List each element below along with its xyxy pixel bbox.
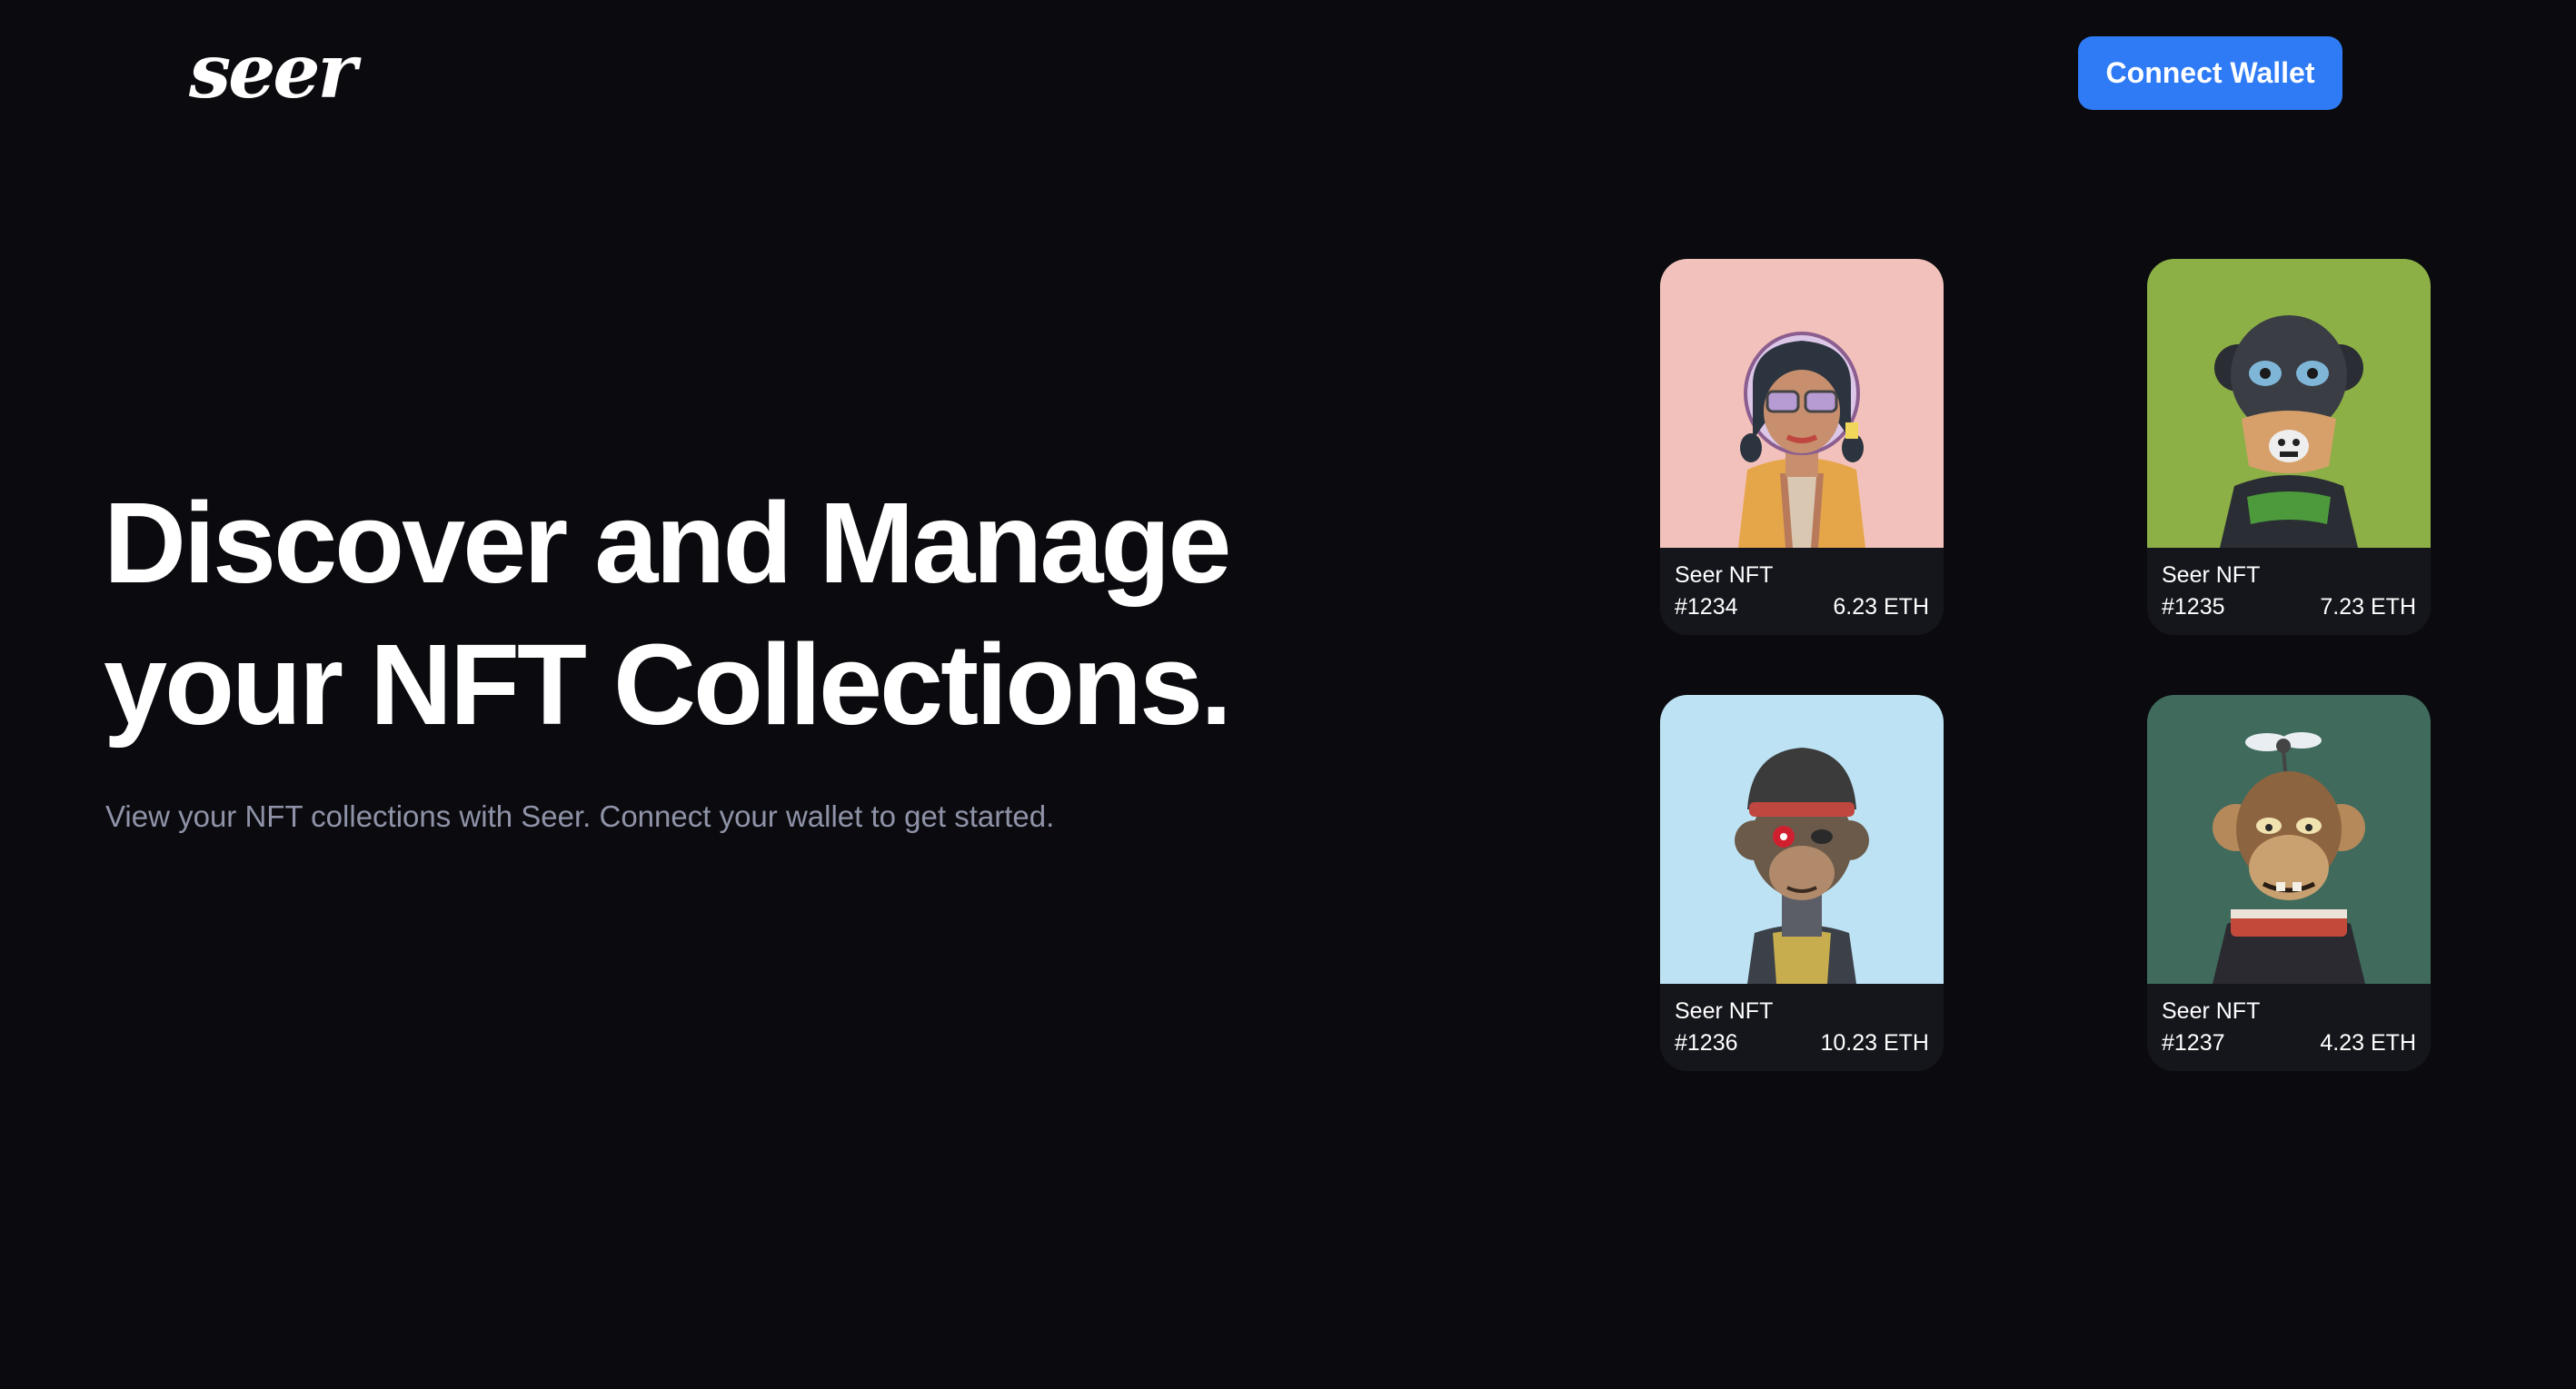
- nft-card-id: #1234: [1675, 594, 1738, 620]
- nft-card-info: Seer NFT #1237 4.23 ETH: [2147, 984, 2431, 1071]
- nft-card-name: Seer NFT: [2162, 998, 2261, 1024]
- nft-card[interactable]: Seer NFT #1234 6.23 ETH: [1660, 259, 1944, 635]
- hero-section: Discover and Manage your NFT Collections…: [104, 472, 1232, 834]
- nft-card-info: Seer NFT #1235 7.23 ETH: [2147, 548, 2431, 635]
- nft-card-price: 6.23 ETH: [1833, 594, 1929, 620]
- hero-title-line-2: your NFT Collections.: [104, 620, 1232, 749]
- nft-card-name: Seer NFT: [1675, 562, 1774, 588]
- nft-card-price: 10.23 ETH: [1820, 1030, 1929, 1056]
- hero-title: Discover and Manage your NFT Collections…: [104, 472, 1232, 756]
- nft-card-id: #1237: [2162, 1030, 2225, 1056]
- connect-wallet-button[interactable]: Connect Wallet: [2078, 36, 2342, 110]
- nft-card-name: Seer NFT: [1675, 998, 1774, 1024]
- nft-card[interactable]: Seer NFT #1236 10.23 ETH: [1660, 695, 1944, 1071]
- ape-beanie-icon: [1660, 695, 1944, 984]
- nft-card-id: #1235: [2162, 594, 2225, 620]
- nft-card-price: 4.23 ETH: [2320, 1030, 2416, 1056]
- hero-subtitle: View your NFT collections with Seer. Con…: [105, 799, 1055, 833]
- robot-ape-icon: [2147, 259, 2431, 548]
- seer-logo[interactable]: seer: [189, 35, 357, 109]
- hero-title-line-1: Discover and Manage: [104, 479, 1231, 607]
- nft-card-price: 7.23 ETH: [2320, 594, 2416, 620]
- nft-card-info: Seer NFT #1236 10.23 ETH: [1660, 984, 1944, 1071]
- nft-card-name: Seer NFT: [2162, 562, 2261, 588]
- ape-propeller-icon: [2147, 695, 2431, 984]
- nft-card[interactable]: Seer NFT #1237 4.23 ETH: [2147, 695, 2431, 1071]
- nft-card-id: #1236: [1675, 1030, 1738, 1056]
- nft-card-info: Seer NFT #1234 6.23 ETH: [1660, 548, 1944, 635]
- girl-avatar-icon: [1660, 259, 1944, 548]
- nft-card[interactable]: Seer NFT #1235 7.23 ETH: [2147, 259, 2431, 635]
